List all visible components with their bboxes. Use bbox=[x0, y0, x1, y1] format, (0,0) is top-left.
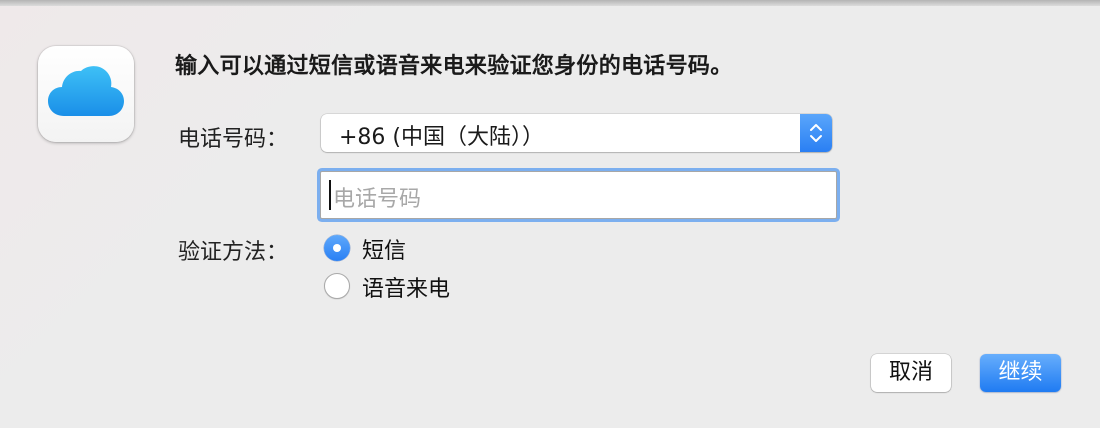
phone-number-label: 电话号码： bbox=[178, 127, 289, 152]
country-code-value: +86 (中国（大陆）） bbox=[339, 125, 545, 150]
chevron-up-down-icon bbox=[810, 124, 822, 142]
phone-input-placeholder: 电话号码 bbox=[333, 187, 422, 212]
cancel-button[interactable]: 取消 bbox=[871, 354, 951, 392]
icloud-icon bbox=[48, 66, 124, 116]
radio-button-selected[interactable] bbox=[324, 235, 350, 261]
radio-label-voice-call[interactable]: 语音来电 bbox=[362, 271, 450, 303]
text-caret bbox=[329, 180, 331, 210]
continue-button[interactable]: 继续 bbox=[980, 354, 1061, 392]
dialog-message: 输入可以通过短信或语音来电来验证您身份的电话号码。 bbox=[175, 54, 733, 79]
app-icon bbox=[38, 46, 134, 142]
select-arrows[interactable] bbox=[800, 114, 832, 152]
verification-method-label: 验证方法： bbox=[178, 240, 289, 265]
country-code-select[interactable]: +86 (中国（大陆）） bbox=[321, 114, 832, 152]
radio-button-unselected[interactable] bbox=[324, 273, 350, 299]
radio-label-sms[interactable]: 短信 bbox=[362, 233, 406, 265]
window-top-edge bbox=[0, 0, 1100, 6]
phone-number-input[interactable]: 电话号码 bbox=[320, 171, 837, 219]
